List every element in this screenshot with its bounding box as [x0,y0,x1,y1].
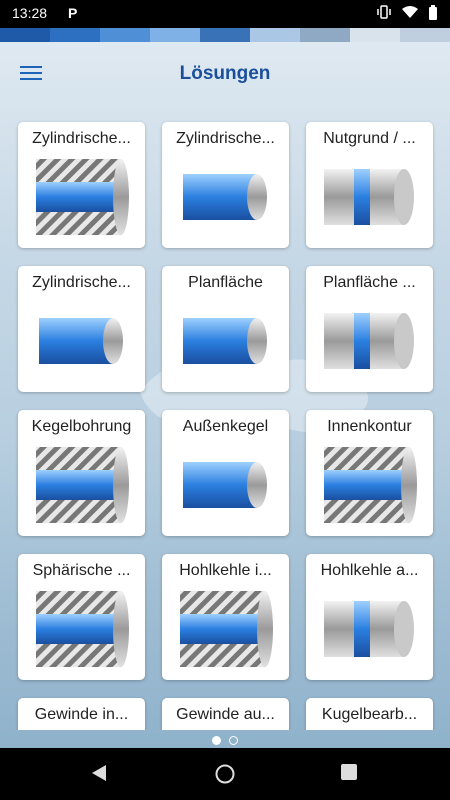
solution-card[interactable]: Gewinde au... [162,698,289,730]
solution-card-label: Hohlkehle i... [179,562,272,579]
status-icons [376,5,438,24]
solution-card[interactable]: Hohlkehle a... [306,554,433,680]
solution-card-label: Kegelbohrung [31,418,132,435]
solution-card[interactable]: Zylindrische... [162,122,289,248]
brand-color-strip [0,28,450,42]
parking-app-icon: P [68,5,78,21]
solution-card-label: Gewinde in... [34,706,129,723]
solution-card[interactable]: Planfläche ... [306,266,433,392]
solution-card[interactable]: Hohlkehle i... [162,554,289,680]
home-icon[interactable] [215,764,235,789]
page-title: Lösungen [179,63,271,84]
solution-card[interactable]: Nutgrund / ... [306,122,433,248]
page-dot-1[interactable] [211,736,221,745]
solution-card-label: Hohlkehle a... [320,562,419,579]
solutions-grid: Zylindrische... Zylindrische... Nutgrund /… [0,106,450,730]
battery-icon [428,5,438,24]
solution-card[interactable]: Gewinde in... [18,698,145,730]
wifi-icon [402,5,418,24]
solution-card[interactable]: Zylindrische... [18,266,145,392]
solution-card[interactable]: Kegelbohrung [18,410,145,536]
back-icon[interactable] [90,764,108,787]
status-bar: 13:28 P [0,0,450,28]
solution-card-label: Zylindrische... [176,130,275,147]
solution-card-label: Gewinde au... [176,706,275,723]
solution-card-label: Planfläche [188,274,263,291]
system-nav-bar [0,748,450,800]
solution-card-label: Außenkegel [182,418,269,435]
solution-card[interactable]: Außenkegel [162,410,289,536]
solution-card[interactable]: Innenkontur [306,410,433,536]
recents-icon[interactable] [341,764,357,785]
status-time: 13:28 [12,5,48,21]
solution-card[interactable]: Zylindrische... [18,122,145,248]
solution-card-label: Zylindrische... [32,130,131,147]
solution-card-label: Planfläche ... [323,274,416,291]
solution-card[interactable]: Planfläche [162,266,289,392]
page-dot-2[interactable] [229,736,239,745]
solution-card-label: Nutgrund / ... [323,130,416,147]
solution-card[interactable]: Kugelbearb... [306,698,433,730]
solution-card-label: Zylindrische... [32,274,131,291]
solution-card[interactable]: Sphärische ... [18,554,145,680]
solution-card-label: Innenkontur [327,418,412,435]
vibrate-icon [376,5,392,24]
solution-card-label: Sphärische ... [32,562,131,579]
solution-card-label: Kugelbearb... [321,706,418,723]
